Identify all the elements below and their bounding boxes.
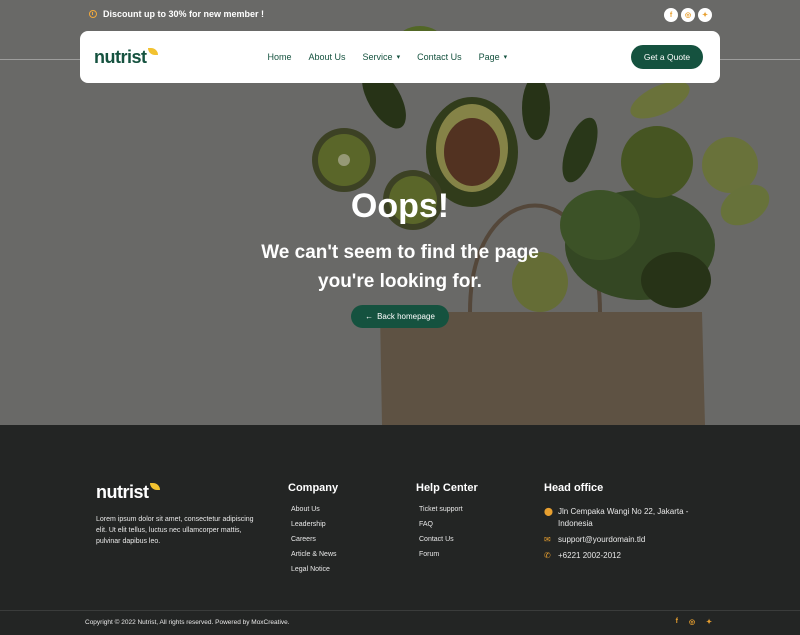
nav-item-about[interactable]: About Us: [309, 52, 346, 62]
office-phone-text: +6221 2002-2012: [558, 551, 621, 560]
footer-link[interactable]: Careers: [288, 536, 338, 543]
footer-link[interactable]: Ticket support: [416, 506, 478, 513]
office-email-text: support@yourdomain.tld: [558, 535, 646, 544]
footer-about-text: Lorem ipsum dolor sit amet, consectetur …: [96, 516, 254, 545]
footer: nutrist Lorem ipsum dolor sit amet, cons…: [0, 425, 800, 635]
nav-item-label: Home: [267, 52, 292, 62]
instagram-icon[interactable]: ◎: [689, 618, 695, 626]
nav-item-contact[interactable]: Contact Us: [417, 52, 462, 62]
facebook-icon[interactable]: f: [676, 618, 678, 626]
leaf-icon: [149, 483, 160, 490]
footer-divider: [0, 610, 800, 611]
footer-link[interactable]: About Us: [288, 506, 338, 513]
page-title: Oops!: [350, 187, 450, 225]
nav-menu: Home About Us Service ▾ Contact Us Page ▾: [268, 52, 508, 62]
nav-item-label: Service: [362, 52, 393, 62]
leaf-icon: [147, 47, 158, 55]
get-quote-button[interactable]: Get a Quote: [631, 45, 703, 69]
office-address-text: Jln Cempaka Wangi No 22, Jakarta - Indon…: [558, 507, 689, 528]
location-pin-icon: ⬤: [544, 507, 553, 516]
back-homepage-button[interactable]: ← Back homepage: [351, 305, 449, 328]
back-homepage-label: Back homepage: [377, 312, 435, 321]
mail-icon: ✉: [544, 535, 551, 544]
footer-link[interactable]: Forum: [416, 551, 478, 558]
footer-help-title: Help Center: [416, 482, 478, 494]
nav-item-service[interactable]: Service ▾: [363, 52, 401, 62]
footer-link[interactable]: FAQ: [416, 521, 478, 528]
nav-item-label: Contact Us: [417, 52, 462, 62]
footer-link[interactable]: Leadership: [288, 521, 338, 528]
main-navbar: nutrist Home About Us Service ▾ Contact U…: [80, 31, 720, 83]
facebook-icon[interactable]: f: [664, 8, 678, 22]
logo[interactable]: nutrist: [94, 47, 158, 68]
promo-banner: Discount up to 30% for new member !: [89, 9, 264, 19]
nav-item-page[interactable]: Page ▾: [479, 52, 508, 62]
info-icon: [89, 10, 97, 18]
footer-office-title: Head office: [544, 482, 604, 494]
page-subtitle: We can't seem to find the page you're lo…: [261, 242, 539, 292]
phone-icon: ✆: [544, 551, 551, 560]
promo-text: Discount up to 30% for new member !: [103, 9, 265, 19]
footer-link[interactable]: Contact Us: [416, 536, 478, 543]
instagram-icon[interactable]: ◎: [681, 8, 695, 22]
social-links-bottom: f ◎ ✦: [676, 618, 712, 626]
footer-link[interactable]: Legal Notice: [288, 566, 338, 573]
office-email[interactable]: ✉ support@yourdomain.tld: [544, 534, 704, 546]
logo-text: nutrist: [94, 46, 147, 67]
footer-logo-text: nutrist: [96, 482, 149, 502]
footer-help-column: Help Center Ticket support FAQ Contact U…: [416, 482, 478, 566]
office-address: ⬤ Jln Cempaka Wangi No 22, Jakarta - Ind…: [544, 506, 704, 530]
footer-link[interactable]: Article & News: [288, 551, 338, 558]
nav-item-home[interactable]: Home: [268, 52, 292, 62]
social-links-top: f ◎ ✦: [664, 8, 712, 22]
footer-company-column: Company About Us Leadership Careers Arti…: [288, 482, 338, 581]
chevron-down-icon: ▾: [503, 54, 508, 61]
footer-logo[interactable]: nutrist: [96, 482, 160, 503]
office-phone[interactable]: ✆ +6221 2002-2012: [544, 550, 704, 562]
copyright-text: Copyright © 2022 Nutrist, All rights res…: [85, 619, 290, 626]
hero-section: Discount up to 30% for new member ! f ◎ …: [0, 0, 800, 425]
footer-office-column: Head office ⬤ Jln Cempaka Wangi No 22, J…: [544, 482, 704, 566]
chevron-down-icon: ▾: [396, 54, 401, 61]
footer-company-title: Company: [288, 482, 339, 494]
arrow-left-icon: ←: [365, 312, 374, 321]
nav-item-label: Page: [478, 52, 500, 62]
twitter-icon[interactable]: ✦: [698, 8, 712, 22]
nav-item-label: About Us: [308, 52, 346, 62]
twitter-icon[interactable]: ✦: [706, 618, 712, 626]
